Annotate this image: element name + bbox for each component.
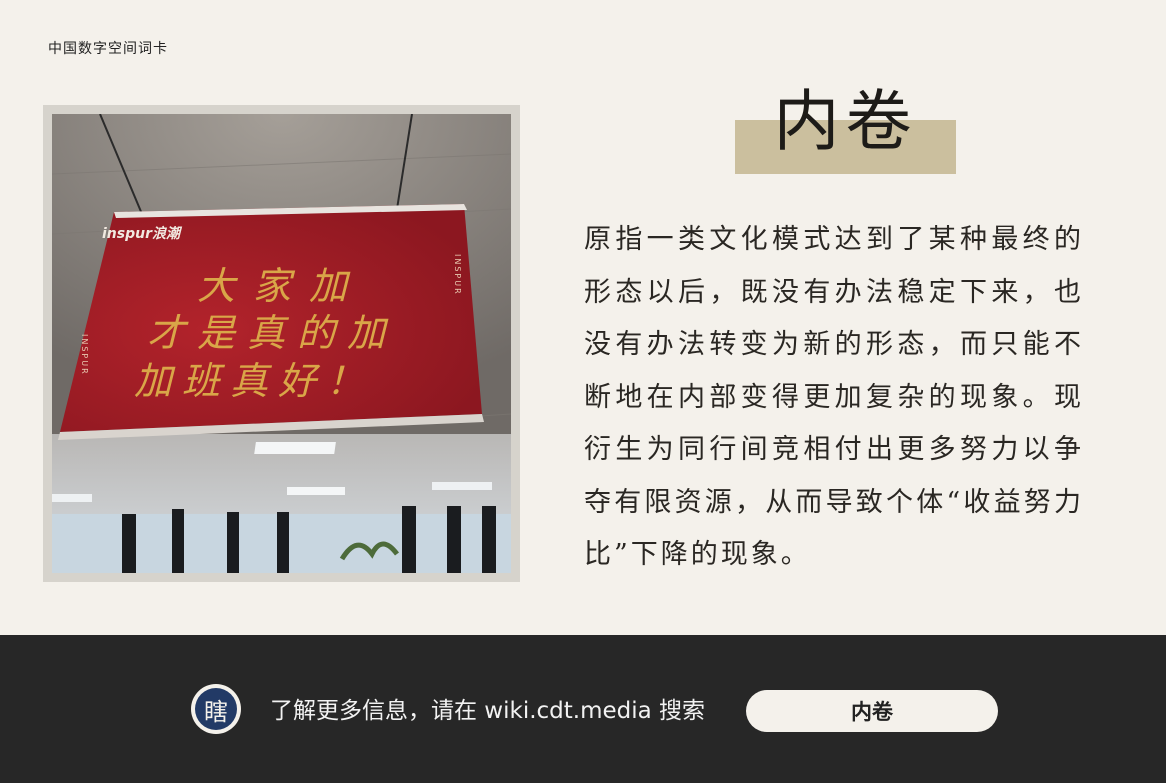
entry-title-block: 内卷 (735, 80, 956, 174)
search-term-pill[interactable]: 内卷 (746, 690, 998, 732)
banner-side-text-right: INSPUR (453, 254, 462, 296)
banner-line-3: 加班真好！ (134, 359, 374, 403)
banner-side-text-left: INSPUR (80, 334, 89, 376)
office-banner-photo: inspur浪潮 INSPUR INSPUR 大家加 才是真的加 加班真好！ (52, 114, 511, 573)
banner-brand: inspur浪潮 (102, 225, 183, 242)
card-series-label: 中国数字空间词卡 (48, 41, 168, 57)
banner-line-1: 大家加 (197, 264, 365, 308)
footer-info-text: 了解更多信息，请在 wiki.cdt.media 搜索 (270, 698, 706, 724)
photo-frame: inspur浪潮 INSPUR INSPUR 大家加 才是真的加 加班真好！ (43, 105, 520, 582)
logo-icon: 瞎 (195, 688, 237, 730)
banner-line-2: 才是真的加 (147, 311, 397, 355)
cdt-logo: 瞎 (191, 684, 241, 734)
entry-definition: 原指一类文化模式达到了某种最终的形态以后，既没有办法稳定下来，也没有办法转变为新… (584, 224, 1084, 570)
entry-title: 内卷 (773, 83, 918, 160)
